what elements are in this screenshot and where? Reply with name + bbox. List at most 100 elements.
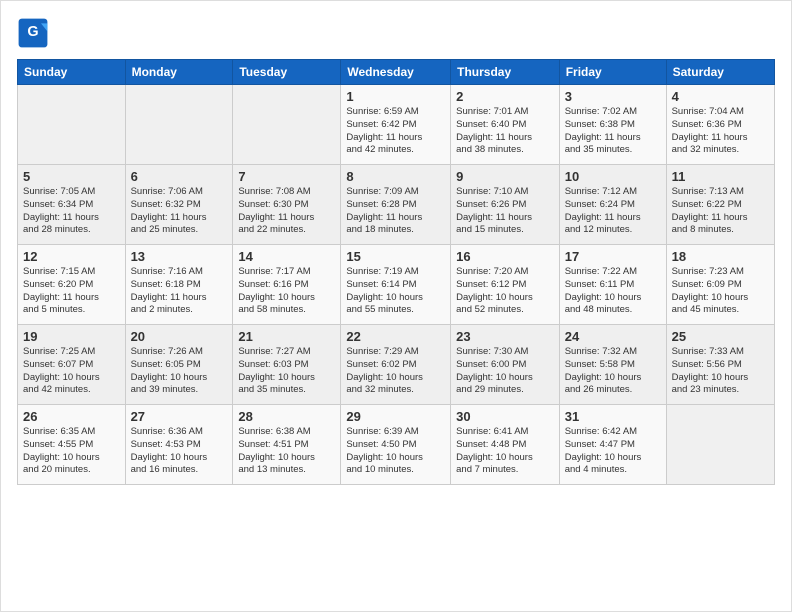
day-info: Sunrise: 7:27 AM Sunset: 6:03 PM Dayligh…	[238, 346, 335, 397]
day-number: 24	[565, 329, 661, 344]
day-info: Sunrise: 7:10 AM Sunset: 6:26 PM Dayligh…	[456, 186, 554, 237]
calendar-cell: 29 Sunrise: 6:39 AM Sunset: 4:50 PM Dayli…	[341, 405, 451, 485]
calendar-container: G SundayMondayTuesdayWednesdayThursdayFr…	[0, 0, 792, 612]
day-info: Sunrise: 7:16 AM Sunset: 6:18 PM Dayligh…	[131, 266, 228, 317]
day-number: 28	[238, 409, 335, 424]
calendar-cell: 26Sunrise: 6:35 AM Sunset: 4:55 PM Dayli…	[18, 405, 126, 485]
weekday-header-monday: Monday	[125, 60, 233, 85]
day-number: 22	[346, 329, 445, 344]
day-info: Sunrise: 7:01 AM Sunset: 6:40 PM Dayligh…	[456, 106, 554, 157]
logo: G	[17, 17, 53, 49]
calendar-cell: 4 Sunrise: 7:04 AM Sunset: 6:36 PM Daylig…	[666, 85, 774, 165]
calendar-cell: 9 Sunrise: 7:10 AM Sunset: 6:26 PM Daylig…	[451, 165, 560, 245]
day-info: Sunrise: 7:32 AM Sunset: 5:58 PM Dayligh…	[565, 346, 661, 397]
weekday-header-thursday: Thursday	[451, 60, 560, 85]
day-number: 21	[238, 329, 335, 344]
day-number: 25	[672, 329, 769, 344]
day-number: 17	[565, 249, 661, 264]
day-info: Sunrise: 7:26 AM Sunset: 6:05 PM Dayligh…	[131, 346, 228, 397]
calendar-cell: 31Sunrise: 6:42 AM Sunset: 4:47 PM Dayli…	[559, 405, 666, 485]
day-info: Sunrise: 6:41 AM Sunset: 4:48 PM Dayligh…	[456, 426, 554, 477]
calendar-cell: 21 Sunrise: 7:27 AM Sunset: 6:03 PM Dayli…	[233, 325, 341, 405]
day-info: Sunrise: 7:33 AM Sunset: 5:56 PM Dayligh…	[672, 346, 769, 397]
day-info: Sunrise: 7:29 AM Sunset: 6:02 PM Dayligh…	[346, 346, 445, 397]
day-number: 2	[456, 89, 554, 104]
day-number: 4	[672, 89, 769, 104]
logo-icon: G	[17, 17, 49, 49]
day-number: 6	[131, 169, 228, 184]
day-info: Sunrise: 7:12 AM Sunset: 6:24 PM Dayligh…	[565, 186, 661, 237]
weekday-header-sunday: Sunday	[18, 60, 126, 85]
day-number: 23	[456, 329, 554, 344]
day-info: Sunrise: 7:02 AM Sunset: 6:38 PM Dayligh…	[565, 106, 661, 157]
calendar-cell	[18, 85, 126, 165]
day-info: Sunrise: 7:30 AM Sunset: 6:00 PM Dayligh…	[456, 346, 554, 397]
day-number: 30	[456, 409, 554, 424]
weekday-header-saturday: Saturday	[666, 60, 774, 85]
calendar-cell: 2 Sunrise: 7:01 AM Sunset: 6:40 PM Daylig…	[451, 85, 560, 165]
calendar-cell: 25 Sunrise: 7:33 AM Sunset: 5:56 PM Dayli…	[666, 325, 774, 405]
day-info: Sunrise: 7:05 AM Sunset: 6:34 PM Dayligh…	[23, 186, 120, 237]
day-number: 11	[672, 169, 769, 184]
day-info: Sunrise: 6:38 AM Sunset: 4:51 PM Dayligh…	[238, 426, 335, 477]
calendar-cell: 16 Sunrise: 7:20 AM Sunset: 6:12 PM Dayli…	[451, 245, 560, 325]
calendar-cell: 17Sunrise: 7:22 AM Sunset: 6:11 PM Dayli…	[559, 245, 666, 325]
weekday-header-row: SundayMondayTuesdayWednesdayThursdayFrid…	[18, 60, 775, 85]
week-row-4: 26Sunrise: 6:35 AM Sunset: 4:55 PM Dayli…	[18, 405, 775, 485]
day-number: 3	[565, 89, 661, 104]
day-number: 12	[23, 249, 120, 264]
calendar-cell: 30 Sunrise: 6:41 AM Sunset: 4:48 PM Dayli…	[451, 405, 560, 485]
day-number: 10	[565, 169, 661, 184]
calendar-cell: 13 Sunrise: 7:16 AM Sunset: 6:18 PM Dayli…	[125, 245, 233, 325]
day-number: 5	[23, 169, 120, 184]
day-number: 9	[456, 169, 554, 184]
day-info: Sunrise: 7:15 AM Sunset: 6:20 PM Dayligh…	[23, 266, 120, 317]
calendar-cell: 15Sunrise: 7:19 AM Sunset: 6:14 PM Dayli…	[341, 245, 451, 325]
calendar-cell: 24 Sunrise: 7:32 AM Sunset: 5:58 PM Dayli…	[559, 325, 666, 405]
day-info: Sunrise: 7:17 AM Sunset: 6:16 PM Dayligh…	[238, 266, 335, 317]
calendar-cell: 7 Sunrise: 7:08 AM Sunset: 6:30 PM Daylig…	[233, 165, 341, 245]
calendar-grid: SundayMondayTuesdayWednesdayThursdayFrid…	[17, 59, 775, 485]
day-number: 7	[238, 169, 335, 184]
calendar-cell: 23 Sunrise: 7:30 AM Sunset: 6:00 PM Dayli…	[451, 325, 560, 405]
day-info: Sunrise: 7:08 AM Sunset: 6:30 PM Dayligh…	[238, 186, 335, 237]
day-number: 13	[131, 249, 228, 264]
day-number: 20	[131, 329, 228, 344]
day-info: Sunrise: 7:19 AM Sunset: 6:14 PM Dayligh…	[346, 266, 445, 317]
calendar-cell: 12 Sunrise: 7:15 AM Sunset: 6:20 PM Dayli…	[18, 245, 126, 325]
day-info: Sunrise: 6:36 AM Sunset: 4:53 PM Dayligh…	[131, 426, 228, 477]
calendar-cell: 1Sunrise: 6:59 AM Sunset: 6:42 PM Daylig…	[341, 85, 451, 165]
day-info: Sunrise: 6:39 AM Sunset: 4:50 PM Dayligh…	[346, 426, 445, 477]
calendar-cell: 19Sunrise: 7:25 AM Sunset: 6:07 PM Dayli…	[18, 325, 126, 405]
day-info: Sunrise: 6:59 AM Sunset: 6:42 PM Dayligh…	[346, 106, 445, 157]
calendar-cell: 14 Sunrise: 7:17 AM Sunset: 6:16 PM Dayli…	[233, 245, 341, 325]
calendar-cell	[233, 85, 341, 165]
day-number: 16	[456, 249, 554, 264]
day-info: Sunrise: 7:04 AM Sunset: 6:36 PM Dayligh…	[672, 106, 769, 157]
calendar-cell: 22 Sunrise: 7:29 AM Sunset: 6:02 PM Dayli…	[341, 325, 451, 405]
day-number: 31	[565, 409, 661, 424]
day-info: Sunrise: 7:09 AM Sunset: 6:28 PM Dayligh…	[346, 186, 445, 237]
calendar-cell: 27Sunrise: 6:36 AM Sunset: 4:53 PM Dayli…	[125, 405, 233, 485]
weekday-header-wednesday: Wednesday	[341, 60, 451, 85]
weekday-header-friday: Friday	[559, 60, 666, 85]
day-info: Sunrise: 7:25 AM Sunset: 6:07 PM Dayligh…	[23, 346, 120, 397]
calendar-cell: 18Sunrise: 7:23 AM Sunset: 6:09 PM Dayli…	[666, 245, 774, 325]
day-info: Sunrise: 7:13 AM Sunset: 6:22 PM Dayligh…	[672, 186, 769, 237]
day-info: Sunrise: 6:35 AM Sunset: 4:55 PM Dayligh…	[23, 426, 120, 477]
day-number: 29	[346, 409, 445, 424]
week-row-3: 19Sunrise: 7:25 AM Sunset: 6:07 PM Dayli…	[18, 325, 775, 405]
day-number: 14	[238, 249, 335, 264]
calendar-cell: 28 Sunrise: 6:38 AM Sunset: 4:51 PM Dayli…	[233, 405, 341, 485]
day-info: Sunrise: 7:06 AM Sunset: 6:32 PM Dayligh…	[131, 186, 228, 237]
calendar-cell: 20 Sunrise: 7:26 AM Sunset: 6:05 PM Dayli…	[125, 325, 233, 405]
day-info: Sunrise: 7:20 AM Sunset: 6:12 PM Dayligh…	[456, 266, 554, 317]
svg-text:G: G	[27, 24, 38, 40]
calendar-cell: 5 Sunrise: 7:05 AM Sunset: 6:34 PM Daylig…	[18, 165, 126, 245]
day-number: 8	[346, 169, 445, 184]
calendar-cell: 6 Sunrise: 7:06 AM Sunset: 6:32 PM Daylig…	[125, 165, 233, 245]
calendar-cell: 8 Sunrise: 7:09 AM Sunset: 6:28 PM Daylig…	[341, 165, 451, 245]
weekday-header-tuesday: Tuesday	[233, 60, 341, 85]
day-info: Sunrise: 7:23 AM Sunset: 6:09 PM Dayligh…	[672, 266, 769, 317]
calendar-cell: 3 Sunrise: 7:02 AM Sunset: 6:38 PM Daylig…	[559, 85, 666, 165]
